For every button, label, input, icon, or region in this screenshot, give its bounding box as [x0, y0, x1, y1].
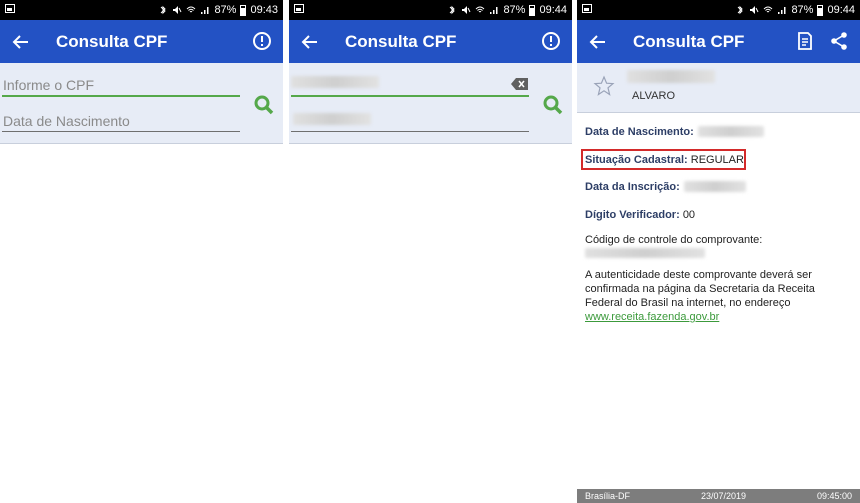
- share-icon[interactable]: [828, 30, 850, 52]
- battery-percentage: 87%: [503, 4, 526, 16]
- footer-place: Brasília-DF: [585, 491, 631, 501]
- birth-date-underline: [2, 131, 240, 132]
- info-icon[interactable]: [251, 30, 273, 52]
- battery-icon: [529, 4, 536, 16]
- check-digit-row: Dígito Verificador: 00: [585, 209, 695, 221]
- gallery-notification-icon: [582, 4, 592, 13]
- screen-filled-form: 87% 09:44 Consulta CPF: [289, 0, 572, 503]
- birth-date-input[interactable]: Data de Nascimento: [3, 113, 130, 129]
- clock: 09:43: [250, 4, 278, 16]
- footer-time: 09:45:00: [816, 491, 852, 501]
- battery-icon: [817, 4, 824, 16]
- check-digit-value: 00: [682, 209, 696, 221]
- control-code-redacted: [585, 248, 705, 258]
- registration-date-redacted: [684, 181, 746, 192]
- mute-icon: [173, 6, 182, 14]
- battery-percentage: 87%: [791, 4, 814, 16]
- situation-label: Situação Cadastral:: [585, 154, 688, 166]
- bluetooth-icon: [450, 5, 456, 15]
- mute-icon: [750, 6, 759, 14]
- signal-icon: [490, 7, 498, 14]
- birth-date-label: Data de Nascimento:: [585, 126, 694, 138]
- favorite-star-icon[interactable]: [593, 75, 615, 97]
- app-bar: Consulta CPF: [289, 20, 572, 63]
- mute-icon: [462, 6, 471, 14]
- registration-date-label: Data da Inscrição:: [585, 181, 680, 193]
- document-icon[interactable]: [794, 30, 816, 52]
- app-bar: Consulta CPF: [0, 20, 283, 63]
- check-digit-label: Dígito Verificador:: [585, 209, 680, 221]
- footer-bar: Brasília-DF 23/07/2019 09:45:00: [577, 489, 860, 503]
- back-arrow-icon[interactable]: [10, 31, 32, 53]
- gallery-notification-icon: [5, 4, 15, 13]
- cpf-input-underline: [2, 95, 240, 97]
- screen-empty-form: 87% 09:43 Consulta CPF Informe o CPF Dat…: [0, 0, 283, 503]
- bluetooth-icon: [738, 5, 744, 15]
- app-title: Consulta CPF: [345, 32, 457, 51]
- status-bar: 87% 09:44: [577, 0, 860, 20]
- screen-result: 87% 09:44 Consulta CPF ALVARO Data de Na…: [577, 0, 860, 503]
- app-bar: Consulta CPF: [577, 20, 860, 63]
- authenticity-notice-text: A autenticidade deste comprovante deverá…: [585, 269, 815, 309]
- wifi-icon: [476, 6, 485, 13]
- receita-link[interactable]: www.receita.fazenda.gov.br: [585, 311, 719, 323]
- back-arrow-icon[interactable]: [587, 31, 609, 53]
- birth-date-row: Data de Nascimento:: [585, 126, 694, 138]
- registration-date-row: Data da Inscrição:: [585, 181, 680, 193]
- battery-icon: [240, 4, 247, 16]
- full-name-redacted: [627, 70, 715, 83]
- wifi-icon: [764, 6, 773, 13]
- app-title: Consulta CPF: [633, 32, 745, 51]
- status-bar: 87% 09:43: [0, 0, 283, 20]
- situation-row: Situação Cadastral: REGULAR: [585, 154, 744, 166]
- back-arrow-icon[interactable]: [299, 31, 321, 53]
- backspace-clear-icon[interactable]: [511, 78, 529, 90]
- gallery-notification-icon: [294, 4, 304, 13]
- control-code-label: Código de controle do comprovante:: [585, 234, 763, 246]
- app-title: Consulta CPF: [56, 32, 168, 51]
- cpf-input[interactable]: Informe o CPF: [3, 77, 94, 93]
- clock: 09:44: [827, 4, 855, 16]
- search-icon[interactable]: [252, 93, 276, 117]
- cpf-value-redacted[interactable]: [291, 76, 379, 88]
- person-name: ALVARO: [632, 90, 675, 102]
- authenticity-notice: A autenticidade deste comprovante deverá…: [585, 268, 847, 324]
- signal-icon: [778, 7, 786, 14]
- cpf-input-underline: [291, 95, 529, 97]
- search-form: Informe o CPF Data de Nascimento: [0, 63, 283, 144]
- clock: 09:44: [539, 4, 567, 16]
- birth-date-value-redacted[interactable]: [293, 113, 371, 125]
- bluetooth-icon: [161, 5, 167, 15]
- info-icon[interactable]: [540, 30, 562, 52]
- status-bar: 87% 09:44: [289, 0, 572, 20]
- footer-date: 23/07/2019: [700, 491, 746, 501]
- birth-date-redacted: [698, 126, 764, 137]
- birth-date-underline: [291, 131, 529, 132]
- search-form: [289, 63, 572, 144]
- wifi-icon: [187, 6, 196, 13]
- signal-icon: [201, 7, 209, 14]
- situation-value: REGULAR: [690, 154, 744, 166]
- result-header: ALVARO: [577, 63, 860, 113]
- search-icon[interactable]: [541, 93, 565, 117]
- battery-percentage: 87%: [214, 4, 237, 16]
